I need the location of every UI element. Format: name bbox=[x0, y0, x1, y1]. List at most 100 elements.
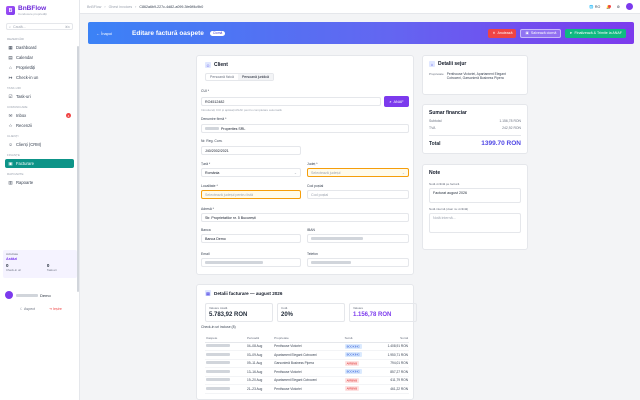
page-title: Editare factură oaspete bbox=[132, 29, 204, 37]
note-public-textarea[interactable]: Facturat august 2026 bbox=[429, 188, 521, 203]
county-select[interactable]: Selectează județul ⌄ bbox=[307, 168, 409, 177]
inbox-icon: ✉ bbox=[8, 112, 13, 118]
col-amount: Sumă bbox=[373, 335, 409, 343]
bank-label: Banca bbox=[201, 228, 211, 232]
sidebar-item-propriet-i[interactable]: ⌂ Proprietăți bbox=[5, 63, 74, 72]
theme-button[interactable]: ☾ Aspect bbox=[20, 307, 35, 311]
email-redacted bbox=[205, 261, 263, 264]
company-input[interactable]: Properties SRL bbox=[201, 124, 409, 133]
anaf-button[interactable]: ⌕ ANAF bbox=[384, 96, 409, 107]
cui-input[interactable]: RO4512482 bbox=[201, 97, 381, 106]
guest-name-redacted bbox=[206, 352, 230, 356]
guest-name-redacted bbox=[206, 386, 230, 390]
source-badge: AIRBNB bbox=[344, 377, 360, 383]
sidebar-item-calendar[interactable]: ▤ Calendar bbox=[5, 53, 74, 62]
user-icon: ☺ bbox=[205, 62, 211, 68]
sidebar-item-dashboard[interactable]: ▦ Dashboard bbox=[5, 43, 74, 52]
note-internal-textarea[interactable]: Notă internă... bbox=[429, 213, 521, 233]
chevron-down-icon: ⌄ bbox=[401, 170, 405, 175]
brand[interactable]: B BnBFlow Conducere proprietăți bbox=[0, 0, 79, 21]
iban-input[interactable] bbox=[307, 234, 409, 243]
sidebar-item-label: Recenzii bbox=[16, 123, 33, 128]
bank-input[interactable]: Banca Demo bbox=[201, 234, 301, 243]
property-cell: Apartament Elegant Cotroceni bbox=[273, 376, 344, 385]
table-row[interactable]: 19–20 Aug Apartament Elegant Cotroceni AIR… bbox=[205, 376, 409, 385]
sidebar-item-label: Calendar bbox=[16, 55, 33, 60]
star-icon: ☆ bbox=[8, 122, 13, 128]
sidebar-item-rapoarte[interactable]: ▥ Rapoarte bbox=[5, 178, 74, 187]
iban-redacted bbox=[311, 237, 363, 240]
stay-property-label: Proprietate bbox=[429, 72, 444, 76]
home-icon: ⌂ bbox=[9, 65, 12, 70]
sidebar-item-facturare[interactable]: ▣ Facturare bbox=[5, 159, 74, 168]
reg-input[interactable]: J40/2002/2021 bbox=[201, 146, 301, 155]
back-button[interactable]: ← Înapoi bbox=[96, 31, 112, 36]
sidebar-item-label: Task-uri bbox=[16, 94, 31, 99]
summary-total: Total 1399.70 RON bbox=[429, 135, 521, 147]
table-row[interactable]: 09–11 Aug Garsonieră Business Pipera AIRBN… bbox=[205, 359, 409, 368]
sidebar-footer: ☾ Aspect ⇥ Ieșire bbox=[20, 307, 62, 311]
user-name: Demo bbox=[40, 292, 51, 298]
guest-cell bbox=[205, 342, 246, 351]
zip-input[interactable]: Cod poștal bbox=[307, 190, 409, 199]
sidebar-item-recenzii[interactable]: ☆ Recenzii bbox=[5, 121, 74, 130]
cui-hint: Introduceți CUI și apăsați ANAF pentru c… bbox=[201, 108, 282, 112]
brand-subtitle: Conducere proprietăți bbox=[18, 12, 47, 16]
period-cell: 19–20 Aug bbox=[245, 376, 274, 385]
col-property: Proprietate bbox=[273, 335, 344, 343]
grid-icon: ▦ bbox=[8, 44, 13, 50]
user-name-redacted bbox=[16, 293, 38, 297]
invoice-tiles: Valoare totală 5.783,92 RON Cotă 20% Valoa… bbox=[205, 303, 417, 322]
client-card: ☺ Client Persoană fizică Persoană juridic… bbox=[196, 55, 414, 275]
client-title: ☺ Client bbox=[205, 62, 228, 68]
settings-icon[interactable]: ⚙ bbox=[617, 5, 620, 9]
table-row[interactable]: 13–16 Aug Penthouse Victoriei BOOKING 857,2… bbox=[205, 367, 409, 377]
source-badge: BOOKING bbox=[344, 343, 362, 349]
guest-cell bbox=[205, 376, 246, 385]
user-profile[interactable]: Demo bbox=[3, 289, 77, 301]
toggle-company[interactable]: Persoană juridică bbox=[237, 74, 273, 80]
save-icon: ▣ bbox=[525, 31, 529, 35]
breadcrumb-home[interactable]: BnBFlow bbox=[87, 5, 101, 9]
language-switch[interactable]: 🌐 RO bbox=[589, 5, 600, 9]
sidebar-item-label: Rapoarte bbox=[16, 180, 34, 185]
inbox-count-badge: 4 bbox=[66, 113, 71, 118]
bell-icon[interactable]: 🔔 bbox=[606, 4, 611, 9]
source-badge: BOOKING bbox=[344, 369, 362, 375]
address-input[interactable]: Str. Proprietatilor nr. 5 București bbox=[201, 213, 409, 222]
table-row[interactable]: 04–08 Aug Penthouse Victoriei BOOKING 1.408… bbox=[205, 342, 409, 351]
table-row[interactable]: 21–23 Aug Penthouse Victoriei AIRBNB 461,22… bbox=[205, 384, 409, 394]
sidebar-item-check-in-un[interactable]: ↦ Check-in un bbox=[5, 73, 74, 82]
sidebar-search[interactable]: ⌕ Caută... ⌘K bbox=[6, 23, 73, 30]
phone-input[interactable] bbox=[307, 258, 409, 267]
stay-title: ⌂ Detalii sejur bbox=[429, 61, 467, 67]
sidebar-scrollbar[interactable] bbox=[77, 46, 79, 292]
breadcrumb-invoices[interactable]: Ghest invoices bbox=[109, 5, 133, 9]
sidebar-item-label: Proprietăți bbox=[16, 65, 36, 70]
search-placeholder: Caută... bbox=[13, 24, 26, 29]
table-row[interactable]: 03–09 Aug Apartament Elegant Cotroceni BOO… bbox=[205, 350, 409, 360]
finalize-button[interactable]: ➤ Finalizează & Trimite la ANAF bbox=[565, 28, 626, 38]
sidebar-item-task-uri[interactable]: ☑ Task-uri bbox=[5, 92, 74, 101]
toggle-individual[interactable]: Persoană fizică bbox=[206, 74, 238, 80]
stay-property-value: Penthouse Victoriei, Apartament Elegant … bbox=[446, 72, 506, 81]
email-input[interactable] bbox=[201, 258, 301, 267]
save-draft-button[interactable]: ▣ Salvează ciornă bbox=[520, 28, 562, 38]
sidebar-item-inbox[interactable]: ✉ Inbox 4 bbox=[5, 111, 74, 120]
summary-title: Sumar financiar bbox=[429, 110, 467, 116]
topbar-avatar[interactable] bbox=[626, 3, 633, 10]
sidebar-item-clien-i-crm[interactable]: ☺ Clienți (CRM) bbox=[5, 140, 74, 149]
city-select[interactable]: Selectează județul pentru listă bbox=[201, 190, 301, 199]
cancel-button[interactable]: ✕ Anulează bbox=[488, 28, 517, 38]
activity-panel: Activitate Astăzi 0 Check-in uri 0 Task-ur… bbox=[3, 250, 77, 278]
sidebar-section-label: Comunicare bbox=[7, 105, 28, 109]
source-cell: AIRBNB bbox=[343, 359, 374, 368]
logout-button[interactable]: ⇥ Ieșire bbox=[49, 307, 62, 311]
country-select[interactable]: România ⌄ bbox=[201, 168, 301, 177]
guest-name-redacted bbox=[206, 369, 230, 373]
source-cell: AIRBNB bbox=[343, 376, 374, 385]
note-internal-label: Notă internă (doar nu vizibilă) bbox=[429, 207, 469, 211]
period-cell: 03–09 Aug bbox=[245, 350, 274, 360]
source-cell: BOOKING bbox=[343, 367, 374, 377]
checkin-icon: ↦ bbox=[8, 74, 13, 80]
